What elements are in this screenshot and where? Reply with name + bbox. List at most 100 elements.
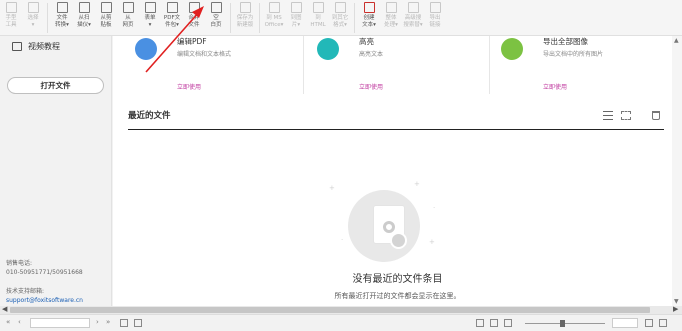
video-tutorial-link[interactable]: 视频教程 <box>12 41 60 52</box>
toolbar-button[interactable]: 空白页 <box>205 2 227 29</box>
zoom-slider[interactable] <box>525 323 605 324</box>
fullscreen-icon[interactable] <box>659 319 667 327</box>
grid-view-icon[interactable] <box>621 111 631 120</box>
sparkle-icon: + <box>329 184 335 192</box>
toolbar-button[interactable]: 到 MS Office▾ <box>263 2 285 29</box>
view-mode-icon[interactable] <box>490 319 498 327</box>
recent-divider <box>128 129 664 130</box>
card-highlight[interactable]: 高亮 高亮文本 立即使用 <box>295 36 480 94</box>
view-mode-icon[interactable] <box>504 319 512 327</box>
toolbar-label: 片▾ <box>291 22 301 28</box>
sparkle-icon: + <box>414 180 420 188</box>
empty-state-title: 没有最近的文件条目 <box>352 274 443 285</box>
support-email-link[interactable]: support@foxitsoftware.cn <box>6 297 83 305</box>
toolbar-label: ▾ <box>148 22 152 28</box>
toolbar-icon <box>290 2 302 13</box>
toolbar-button[interactable]: 到图 片▾ <box>285 2 307 29</box>
horizontal-scrollbar[interactable]: ◀ ▶ <box>0 305 682 314</box>
toolbar-icon <box>429 2 441 13</box>
list-view-icon[interactable] <box>603 111 613 120</box>
open-file-button[interactable]: 打开文件 <box>7 77 104 94</box>
toolbar-button[interactable]: 高级搜 搜索替▾ <box>402 2 424 29</box>
zoom-slider-knob[interactable] <box>560 320 565 327</box>
toolbar-separator <box>259 3 260 33</box>
toolbar-icon <box>122 2 134 13</box>
toolbar-label: 整体 <box>385 15 397 21</box>
scroll-down-icon[interactable]: ▼ <box>674 298 679 305</box>
toolbar-label: 网页 <box>122 22 134 28</box>
zoom-input[interactable] <box>612 318 638 328</box>
fit-page-icon[interactable] <box>645 319 653 327</box>
two-page-icon[interactable] <box>134 319 142 327</box>
status-bar: « ‹ › » <box>0 314 682 331</box>
scroll-up-icon[interactable]: ▲ <box>674 37 679 44</box>
toolbar-label: 手型 <box>5 15 17 21</box>
toolbar-button[interactable]: 保存为 新建版 <box>234 2 256 29</box>
toolbar-button[interactable]: 合并 文件 <box>183 2 205 29</box>
toolbar-button[interactable]: 到 HTML <box>307 2 329 29</box>
toolbar-button[interactable]: 创建 文本▾ <box>358 2 380 29</box>
scroll-thumb[interactable] <box>10 307 650 313</box>
use-now-link[interactable]: 立即使用 <box>543 82 567 91</box>
trash-icon[interactable] <box>652 111 660 120</box>
last-page-icon[interactable]: » <box>106 318 110 326</box>
toolbar-button[interactable]: PDF文 件包▾ <box>161 2 183 29</box>
toolbar-label: HTML <box>310 22 326 28</box>
toolbar-icon <box>78 2 90 13</box>
next-page-icon[interactable]: › <box>96 318 99 326</box>
toolbar-label: 从 <box>125 15 131 21</box>
toolbar-separator <box>354 3 355 33</box>
scroll-right-icon[interactable]: ▶ <box>673 305 678 313</box>
scroll-left-icon[interactable]: ◀ <box>2 305 7 313</box>
toolbar-button[interactable]: 手型 工具 <box>0 2 22 29</box>
start-page: 编辑PDF 编辑文档和文本格式 立即使用 高亮 高亮文本 立即使用 导出全部图像… <box>113 36 682 306</box>
toolbar-icon <box>5 2 17 13</box>
toolbar-label: 表单 <box>144 15 156 21</box>
use-now-link[interactable]: 立即使用 <box>177 82 201 91</box>
card-title: 编辑PDF <box>177 37 207 46</box>
toolbar-icon <box>144 2 156 13</box>
card-title: 导出全部图像 <box>543 37 588 46</box>
toolbar-icon <box>56 2 68 13</box>
vertical-scrollbar[interactable]: ▲ ▼ <box>672 36 682 306</box>
toolbar-button[interactable]: 到其它 格式▾ <box>329 2 351 29</box>
toolbar-label: 到 <box>315 15 321 21</box>
view-mode-icon[interactable] <box>476 319 484 327</box>
left-panel: 视频教程 打开文件 销售电话: 010-50951771/50951668 技术… <box>0 36 112 306</box>
card-edit-pdf[interactable]: 编辑PDF 编辑文档和文本格式 立即使用 <box>113 36 298 94</box>
toolbar-icon <box>239 2 251 13</box>
page-number-input[interactable] <box>30 318 90 328</box>
toolbar-icon <box>166 2 178 13</box>
toolbar-separator <box>47 3 48 33</box>
toolbar-label: 从扫 <box>78 15 90 21</box>
toolbar-icon <box>312 2 324 13</box>
toolbar-button[interactable]: 从网页 <box>117 2 139 29</box>
toolbar-label: 到其它 <box>331 15 349 21</box>
toolbar-label: 搜索替▾ <box>403 22 423 28</box>
toolbar-button[interactable]: 选择 ▾ <box>22 2 44 29</box>
toolbar-button[interactable]: 表单 ▾ <box>139 2 161 29</box>
foxit-logo-icon <box>383 221 395 233</box>
toolbar-label: PDF文 <box>163 15 181 21</box>
toolbar-button[interactable]: 整体 处理▾ <box>380 2 402 29</box>
card-export-images[interactable]: 导出全部图像 导出文档中的所有图片 立即使用 <box>479 36 664 94</box>
first-page-icon[interactable]: « <box>6 318 10 326</box>
card-desc: 编辑文档和文本格式 <box>177 51 232 58</box>
highlight-icon <box>317 38 339 60</box>
sparkle-icon: + <box>429 238 435 246</box>
toolbar-button[interactable]: 文件 转换▾ <box>51 2 73 29</box>
toolbar-label: 从剪 <box>100 15 112 21</box>
toolbar-button[interactable]: 从剪 贴板 <box>95 2 117 29</box>
toolbar-button[interactable]: 导出 链接 <box>424 2 446 29</box>
toolbar-button[interactable]: 从扫 描仪▾ <box>73 2 95 29</box>
use-now-link[interactable]: 立即使用 <box>359 82 383 91</box>
toolbar-icon <box>210 2 222 13</box>
toolbar-label: 高级搜 <box>404 15 422 21</box>
prev-page-icon[interactable]: ‹ <box>18 318 21 326</box>
toolbar-label: 创建 <box>363 15 375 21</box>
toolbar-label: 文件 <box>56 15 68 21</box>
empty-state-desc: 所有最近打开过的文件都会显示在这里。 <box>334 292 461 300</box>
single-page-icon[interactable] <box>120 319 128 327</box>
toolbar-label: 到 MS <box>266 15 282 21</box>
support-label: 技术支持邮箱: <box>6 288 45 295</box>
